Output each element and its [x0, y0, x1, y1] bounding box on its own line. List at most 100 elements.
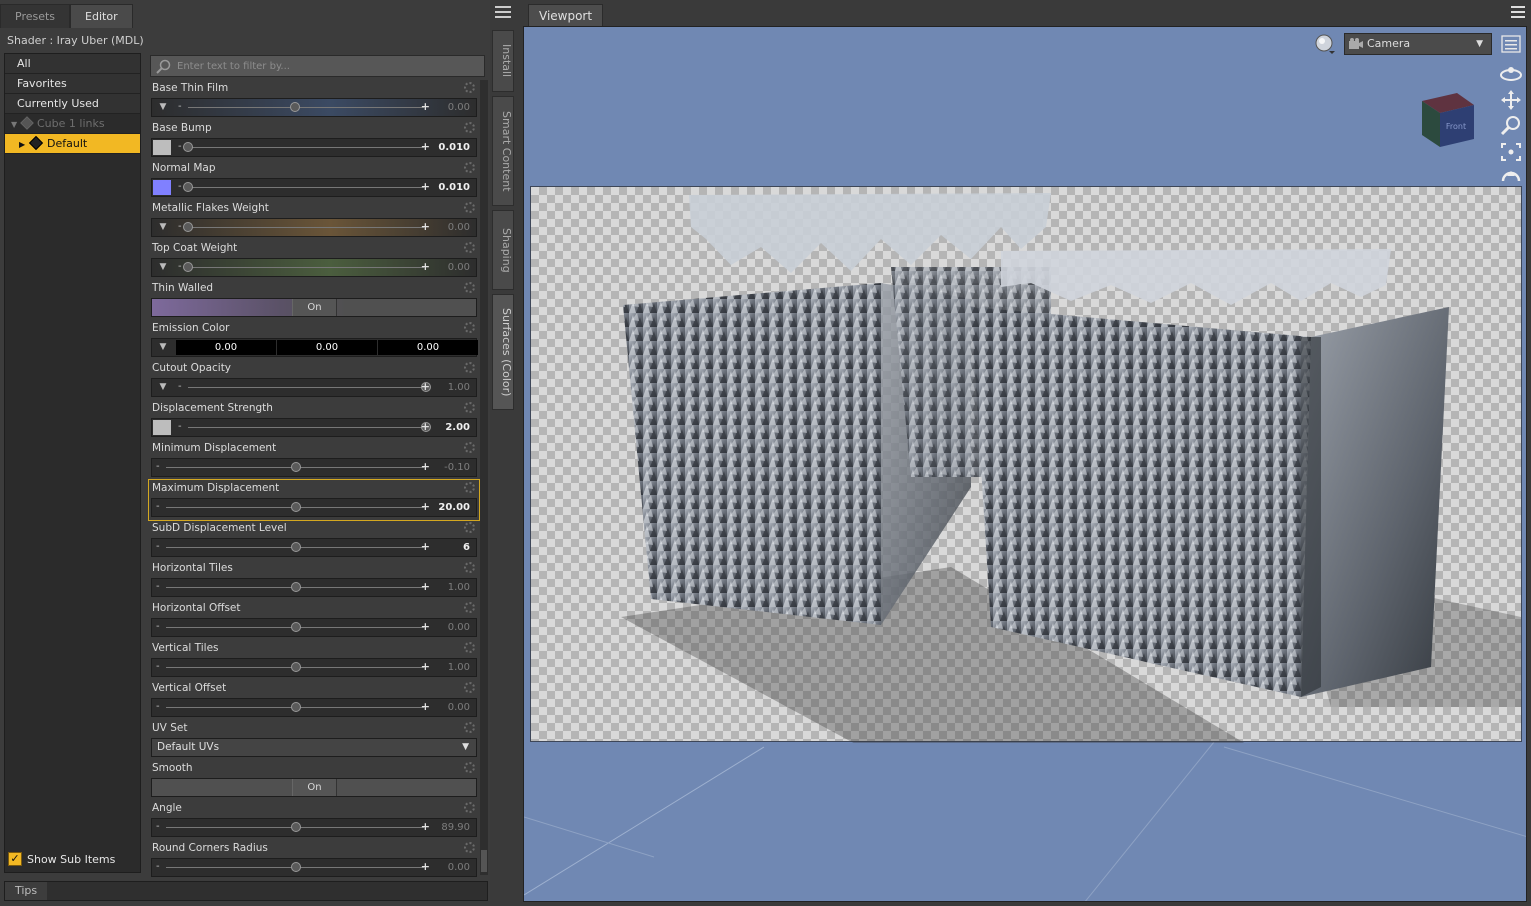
- property-slider[interactable]: ▼ - +0.00: [151, 98, 477, 117]
- plus-icon[interactable]: +: [421, 379, 430, 395]
- slider-thumb[interactable]: [183, 142, 193, 152]
- slider-thumb[interactable]: [183, 182, 193, 192]
- property-value[interactable]: 6: [463, 539, 470, 556]
- property-value[interactable]: 20.00: [438, 499, 470, 516]
- slider-track[interactable]: [188, 387, 424, 388]
- camera-select[interactable]: Camera ▼: [1344, 33, 1492, 55]
- slider-track[interactable]: [188, 187, 424, 188]
- collapsed-arrow-icon[interactable]: ▶: [19, 135, 29, 155]
- gear-icon[interactable]: [464, 682, 475, 693]
- property-value[interactable]: -0.10: [444, 459, 470, 476]
- gear-icon[interactable]: [464, 562, 475, 573]
- minus-icon[interactable]: -: [156, 819, 160, 835]
- map-dropdown-icon[interactable]: ▼: [154, 380, 172, 395]
- gear-icon[interactable]: [464, 162, 475, 173]
- minus-icon[interactable]: -: [178, 419, 182, 435]
- texture-map-swatch[interactable]: [153, 420, 171, 435]
- property-slider[interactable]: - +0.00: [151, 858, 477, 877]
- zoom-icon[interactable]: [1499, 115, 1523, 137]
- plus-icon[interactable]: +: [421, 539, 430, 555]
- property-slider[interactable]: - +0.00: [151, 618, 477, 637]
- plus-icon[interactable]: +: [421, 659, 430, 675]
- slider-thumb[interactable]: [291, 822, 301, 832]
- property-value[interactable]: 1.00: [448, 579, 470, 596]
- property-slider[interactable]: - +0.010: [151, 178, 477, 197]
- slider-thumb[interactable]: [291, 862, 301, 872]
- checkbox-checked-icon[interactable]: ✓: [8, 852, 22, 866]
- property-value[interactable]: 0.00: [448, 99, 470, 116]
- plus-icon[interactable]: +: [421, 419, 430, 435]
- property-value[interactable]: 0.00: [448, 859, 470, 876]
- minus-icon[interactable]: -: [156, 499, 160, 515]
- plus-icon[interactable]: +: [421, 139, 430, 155]
- gear-icon[interactable]: [464, 402, 475, 413]
- property-value[interactable]: 1.00: [448, 659, 470, 676]
- plus-icon[interactable]: +: [421, 179, 430, 195]
- filter-input[interactable]: [177, 58, 477, 74]
- uv-set-select[interactable]: Default UVs ▼: [151, 738, 477, 757]
- gear-icon[interactable]: [464, 282, 475, 293]
- gear-icon[interactable]: [464, 602, 475, 613]
- slider-thumb[interactable]: [291, 622, 301, 632]
- tree-item-all[interactable]: All: [5, 54, 140, 74]
- viewport-options-icon[interactable]: [1501, 35, 1521, 53]
- map-dropdown-icon[interactable]: ▼: [154, 220, 172, 235]
- property-toggle[interactable]: On: [151, 778, 477, 797]
- minus-icon[interactable]: -: [156, 699, 160, 715]
- gear-icon[interactable]: [464, 362, 475, 373]
- draw-style-icon[interactable]: [1314, 33, 1336, 55]
- plus-icon[interactable]: +: [421, 219, 430, 235]
- minus-icon[interactable]: -: [178, 219, 182, 235]
- property-value[interactable]: 0.00: [448, 699, 470, 716]
- minus-icon[interactable]: -: [156, 459, 160, 475]
- slider-thumb[interactable]: [291, 462, 301, 472]
- minus-icon[interactable]: -: [156, 579, 160, 595]
- tab-editor[interactable]: Editor: [70, 4, 133, 28]
- slider-track[interactable]: [188, 227, 424, 228]
- property-slider[interactable]: - +89.90: [151, 818, 477, 837]
- color-channel-field[interactable]: 0.00: [378, 340, 478, 355]
- tree-item-currently-used[interactable]: Currently Used: [5, 94, 140, 114]
- gear-icon[interactable]: [464, 322, 475, 333]
- tree-item-object[interactable]: ▼ Cube 1 links: [5, 114, 140, 134]
- tab-presets[interactable]: Presets: [0, 4, 71, 28]
- map-dropdown-icon[interactable]: ▼: [154, 340, 172, 355]
- pan-icon[interactable]: [1499, 89, 1523, 111]
- tab-surfaces[interactable]: Surfaces (Color): [492, 294, 514, 410]
- property-slider[interactable]: - +0.00: [151, 698, 477, 717]
- toggle-value[interactable]: On: [292, 779, 337, 796]
- frame-icon[interactable]: [1499, 141, 1523, 163]
- plus-icon[interactable]: +: [421, 99, 430, 115]
- property-slider[interactable]: ▼ - +1.00: [151, 378, 477, 397]
- color-channel-field[interactable]: 0.00: [277, 340, 377, 355]
- pane-menu-icon[interactable]: [495, 5, 511, 19]
- slider-thumb[interactable]: [291, 702, 301, 712]
- property-value[interactable]: 2.00: [445, 419, 470, 436]
- plus-icon[interactable]: +: [421, 699, 430, 715]
- tree-item-default[interactable]: ▶ Default: [5, 134, 140, 154]
- minus-icon[interactable]: -: [178, 179, 182, 195]
- slider-thumb[interactable]: [291, 582, 301, 592]
- orbit-icon[interactable]: [1499, 63, 1523, 85]
- slider-track[interactable]: [188, 147, 424, 148]
- slider-track[interactable]: [188, 267, 424, 268]
- map-dropdown-icon[interactable]: ▼: [154, 100, 172, 115]
- slider-thumb[interactable]: [291, 542, 301, 552]
- color-channel-field[interactable]: 0.00: [176, 340, 276, 355]
- plus-icon[interactable]: +: [421, 619, 430, 635]
- slider-track[interactable]: [188, 107, 424, 108]
- property-value[interactable]: 0.00: [448, 619, 470, 636]
- tips-tab[interactable]: Tips: [5, 882, 48, 900]
- property-slider[interactable]: - +1.00: [151, 578, 477, 597]
- property-color[interactable]: ▼ 0.00 0.00 0.00: [151, 338, 478, 357]
- gear-icon[interactable]: [464, 242, 475, 253]
- minus-icon[interactable]: -: [178, 379, 182, 395]
- slider-thumb[interactable]: [290, 102, 301, 112]
- minus-icon[interactable]: -: [156, 539, 160, 555]
- property-slider[interactable]: - +6: [151, 538, 477, 557]
- texture-map-swatch[interactable]: [153, 180, 171, 195]
- tab-shaping[interactable]: Shaping: [492, 210, 514, 290]
- slider-track[interactable]: [188, 427, 424, 428]
- gear-icon[interactable]: [464, 842, 475, 853]
- slider-thumb[interactable]: [183, 222, 193, 232]
